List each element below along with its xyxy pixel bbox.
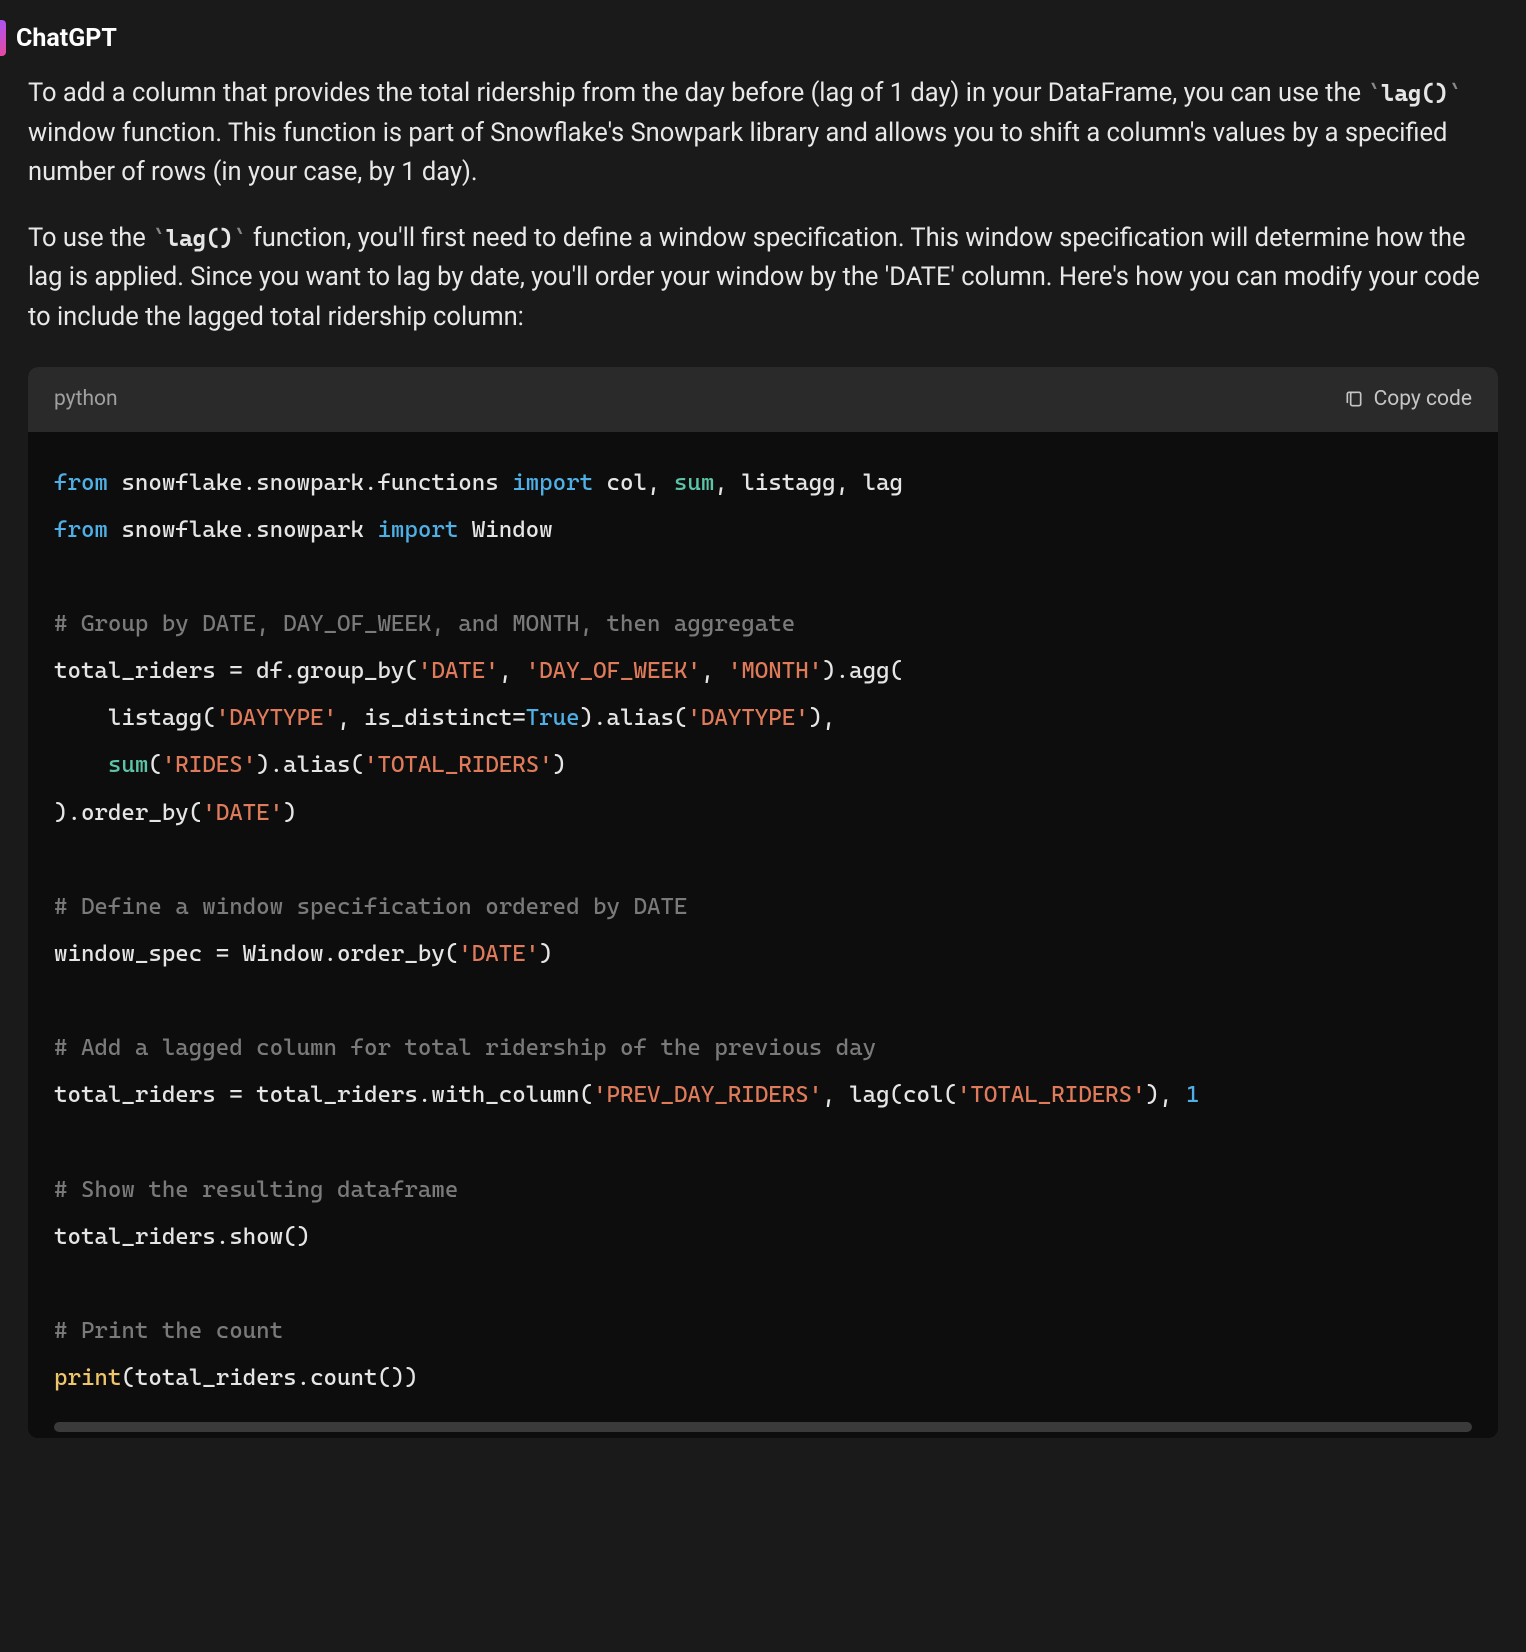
paragraph-1: To add a column that provides the total … [28,74,1498,193]
code-token: 'DAY_OF_WEEK' [526,658,701,684]
code-token: from [54,470,108,496]
code-token: snowflake.snowpark [108,517,378,543]
code-token: sum [674,470,714,496]
code-token: 'DATE' [458,941,539,967]
text-segment: To use the [28,223,152,253]
code-token: , [701,658,728,684]
code-token: , [499,658,526,684]
code-token: ).agg( [822,658,903,684]
text-segment: function, you'll first need to define a … [28,223,1480,332]
code-token: 'TOTAL_RIDERS' [364,752,553,778]
code-token: # Group by DATE, DAY_OF_WEEK, and MONTH,… [54,611,795,637]
code-content[interactable]: from snowflake.snowpark.functions import… [28,432,1498,1423]
code-token: window_spec = Window.order_by( [54,941,458,967]
code-token: ), [809,705,836,731]
code-token: , lag(col( [822,1082,957,1108]
clipboard-icon [1344,389,1364,409]
copy-code-label: Copy code [1374,387,1472,411]
code-token: sum [108,752,148,778]
code-token: snowflake.snowpark.functions [108,470,512,496]
inline-code-lag: lag() [1367,81,1461,107]
code-token: from [54,517,108,543]
code-token: # Define a window specification ordered … [54,894,687,920]
code-token: 'DAYTYPE' [216,705,337,731]
assistant-name: ChatGPT [16,24,117,53]
code-token: True [526,705,580,731]
code-token: 1 [1186,1082,1199,1108]
code-token: ) [283,800,296,826]
horizontal-scrollbar[interactable] [54,1422,1472,1432]
code-token: (total_riders.count()) [121,1365,417,1391]
code-token: , is_distinct= [337,705,526,731]
code-token [54,752,108,778]
code-token: ) [539,941,552,967]
code-block: python Copy code from snowflake.snowpark… [28,367,1498,1438]
inline-code-lag: lag() [152,226,246,252]
code-token: , listagg, lag [714,470,903,496]
code-language-label: python [54,383,118,416]
code-token: listagg( [54,705,216,731]
code-token: # Print the count [54,1318,283,1344]
code-token: Window [458,517,552,543]
code-token: import [512,470,593,496]
code-token: total_riders = df.group_by( [54,658,418,684]
code-token: total_riders.show() [54,1224,310,1250]
code-token: ) [553,752,566,778]
code-token: ).alias( [580,705,688,731]
code-header: python Copy code [28,367,1498,432]
text-segment: window function. This function is part o… [28,118,1447,188]
assistant-avatar [0,20,6,56]
message-body: To add a column that provides the total … [28,74,1498,1438]
code-token: 'TOTAL_RIDERS' [957,1082,1146,1108]
code-token: ).alias( [256,752,364,778]
code-token: 'RIDES' [162,752,256,778]
code-token: 'DAYTYPE' [687,705,808,731]
code-token: # Show the resulting dataframe [54,1177,458,1203]
paragraph-2: To use the lag() function, you'll first … [28,219,1498,338]
code-token: 'DATE' [202,800,283,826]
text-segment: To add a column that provides the total … [28,78,1367,108]
code-token: col, [593,470,674,496]
code-token: 'PREV_DAY_RIDERS' [593,1082,822,1108]
copy-code-button[interactable]: Copy code [1344,387,1472,411]
code-token: ).order_by( [54,800,202,826]
code-token: 'MONTH' [728,658,822,684]
code-token: import [377,517,458,543]
code-token: # Add a lagged column for total ridershi… [54,1035,876,1061]
code-token: print [54,1365,121,1391]
message-header: ChatGPT [28,20,1498,56]
code-token: ), [1146,1082,1186,1108]
code-token: 'DATE' [418,658,499,684]
code-token: ( [148,752,161,778]
code-token: total_riders = total_riders.with_column( [54,1082,593,1108]
